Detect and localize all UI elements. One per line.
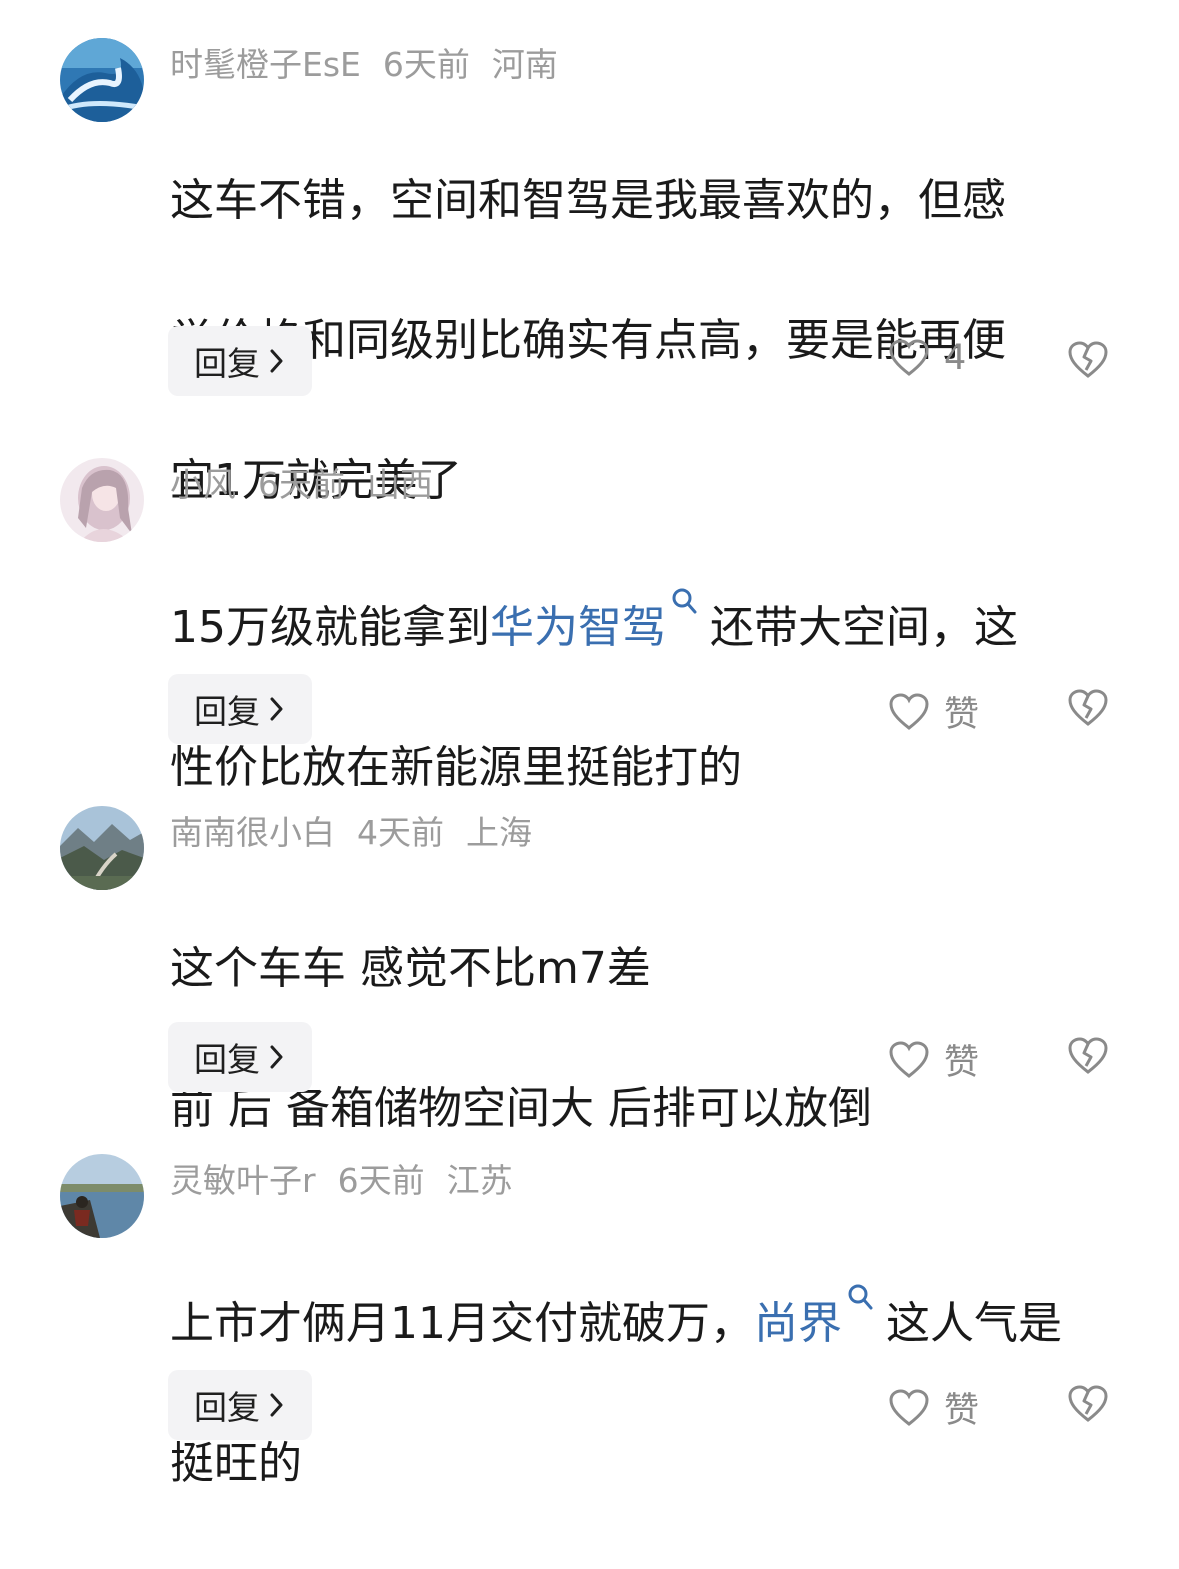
comment-item: 小风 6天前 山西 15万级就能拿到华为智驾 还带大空间，这 性价比放在新能源里挺能打…	[0, 458, 1179, 793]
like-button[interactable]: 赞	[888, 1382, 979, 1433]
dislike-button[interactable]	[1066, 340, 1110, 384]
comment-line: 15万级就能拿到华为智驾 还带大空间，这	[170, 586, 1130, 663]
topic-link[interactable]: 尚界	[754, 1298, 842, 1349]
comment-location: 河南	[491, 45, 558, 84]
lake-avatar-icon	[60, 1154, 144, 1238]
broken-heart-icon	[1068, 341, 1108, 378]
avatar[interactable]	[60, 1154, 144, 1238]
like-label: 赞	[944, 1043, 980, 1083]
avatar[interactable]	[60, 38, 144, 122]
like-label: 赞	[944, 695, 980, 735]
username[interactable]: 南南很小白	[170, 813, 335, 852]
chevron-right-icon	[270, 697, 283, 721]
reply-button[interactable]: 回复	[168, 1370, 312, 1440]
wave-avatar-icon	[60, 38, 144, 122]
comment-location: 山西	[367, 465, 433, 504]
comment-line: 挺旺的	[170, 1438, 302, 1489]
comment-item: 时髦橙子EsE 6天前 河南 这车不错，空间和智驾是我最喜欢的，但感 觉价格和同级别…	[0, 38, 1179, 506]
comment-line: 上市才俩月11月交付就破万，尚界 这人气是	[170, 1282, 1130, 1359]
dislike-button[interactable]	[1066, 1384, 1110, 1428]
comment-location: 上海	[466, 813, 532, 852]
reply-label: 回复	[194, 1388, 260, 1427]
comment-item: 南南很小白 4天前 上海 这个车车 感觉不比m7差 前 后 备箱储物空间大 后排可以…	[0, 806, 1179, 1134]
like-button[interactable]: 4	[888, 338, 966, 378]
search-icon	[848, 1284, 873, 1310]
topic-link[interactable]: 华为智驾	[490, 602, 666, 653]
username[interactable]: 小风	[170, 465, 236, 504]
avatar[interactable]	[60, 806, 144, 890]
broken-heart-icon	[1068, 1037, 1108, 1074]
like-button[interactable]: 赞	[888, 686, 979, 737]
username[interactable]: 灵敏叶子r	[170, 1161, 316, 1200]
landscape-avatar-icon	[60, 806, 144, 890]
reply-label: 回复	[194, 344, 260, 383]
girl-avatar-icon	[60, 458, 144, 542]
reply-button[interactable]: 回复	[168, 674, 312, 744]
comment-meta: 时髦橙子EsE 6天前 河南	[170, 42, 580, 88]
heart-icon	[889, 339, 929, 376]
comment-line: 这车不错，空间和智驾是我最喜欢的，但感	[170, 175, 1006, 226]
like-label: 赞	[944, 1391, 980, 1431]
like-button[interactable]: 赞	[888, 1034, 979, 1085]
chevron-right-icon	[270, 349, 283, 373]
chevron-right-icon	[270, 1045, 283, 1069]
comment-line: 这个车车 感觉不比m7差	[170, 943, 651, 994]
comment-text-segment: 这人气是	[886, 1298, 1062, 1349]
comment-line: 前 后 备箱储物空间大 后排可以放倒	[170, 1083, 872, 1134]
avatar[interactable]	[60, 458, 144, 542]
comment-text-segment: 上市才俩月11月交付就破万，	[170, 1298, 754, 1349]
comment-text: 上市才俩月11月交付就破万，尚界 这人气是 挺旺的	[170, 1212, 1130, 1569]
comment-time: 6天前	[382, 45, 470, 84]
dislike-button[interactable]	[1066, 1036, 1110, 1080]
reply-button[interactable]: 回复	[168, 1022, 312, 1092]
comment-item: 灵敏叶子r 6天前 江苏 上市才俩月11月交付就破万，尚界 这人气是 挺旺的 回复 赞	[0, 1154, 1179, 1489]
chevron-right-icon	[270, 1393, 283, 1417]
comment-meta: 灵敏叶子r 6天前 江苏	[170, 1158, 535, 1204]
comment-meta: 小风 6天前 山西	[170, 462, 455, 508]
comment-location: 江苏	[446, 1161, 513, 1200]
comment-text-segment: 还带大空间，这	[710, 602, 1018, 653]
broken-heart-icon	[1068, 689, 1108, 726]
comment-time: 6天前	[258, 465, 345, 504]
heart-icon	[889, 1040, 929, 1078]
heart-icon	[889, 692, 929, 730]
heart-icon	[889, 1388, 929, 1426]
comment-text-segment: 15万级就能拿到	[170, 602, 490, 653]
comment-time: 6天前	[337, 1161, 425, 1200]
search-icon	[672, 588, 697, 614]
comment-meta: 南南很小白 4天前 上海	[170, 810, 554, 856]
dislike-button[interactable]	[1066, 688, 1110, 732]
like-count: 4	[944, 338, 967, 378]
broken-heart-icon	[1068, 1385, 1108, 1422]
comment-time: 4天前	[357, 813, 444, 852]
reply-button[interactable]: 回复	[168, 326, 312, 396]
comment-line: 性价比放在新能源里挺能打的	[170, 742, 742, 793]
comment-line: 觉价格和同级别比确实有点高，要是能再便	[170, 315, 1006, 366]
reply-label: 回复	[194, 692, 260, 731]
reply-label: 回复	[194, 1040, 260, 1079]
username[interactable]: 时髦橙子EsE	[170, 45, 361, 84]
